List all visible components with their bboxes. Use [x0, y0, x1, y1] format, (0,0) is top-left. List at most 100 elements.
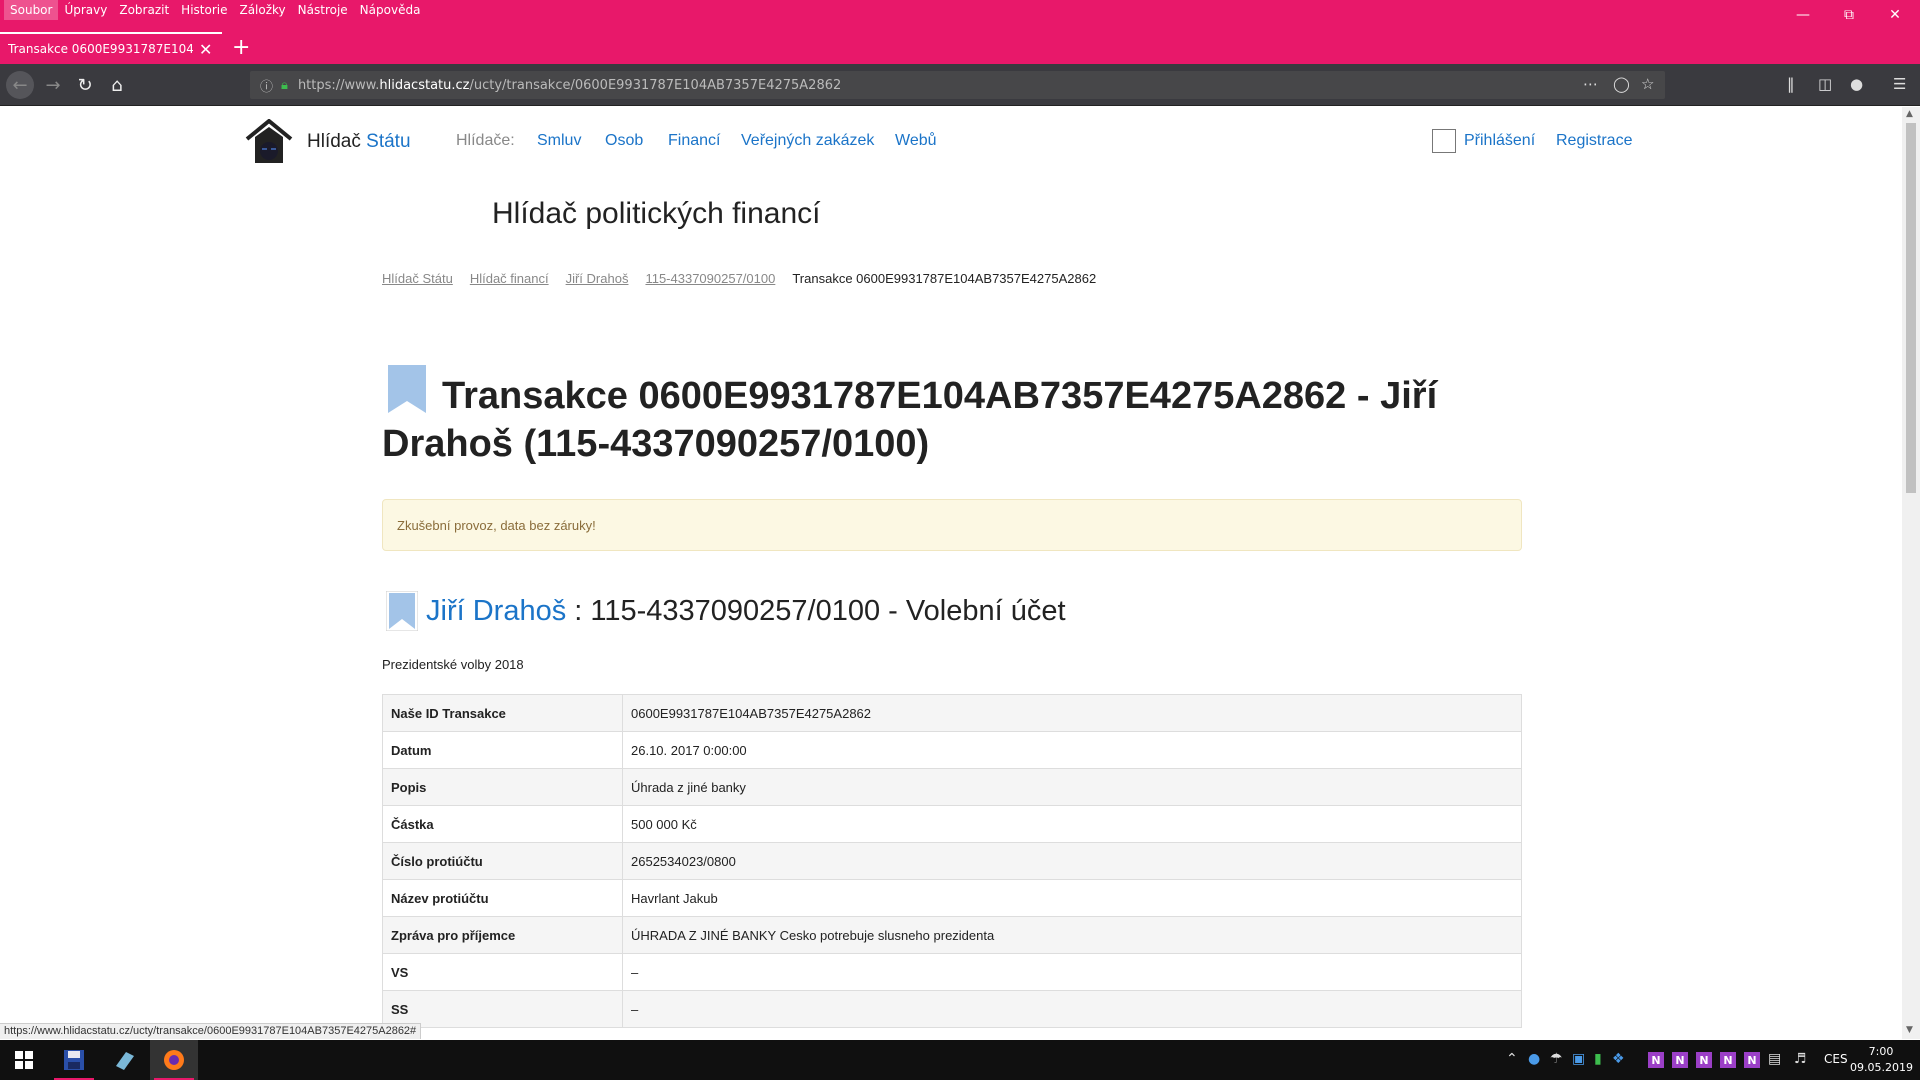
nav-smluv[interactable]: Smluv — [537, 132, 581, 150]
taskbar-app-save[interactable] — [50, 1040, 98, 1080]
account-heading: Jiří Drahoš : 115-4337090257/0100 - Vole… — [426, 595, 1066, 628]
dropbox-icon[interactable]: ❖ — [1612, 1051, 1625, 1067]
row-value: 2652534023/0800 — [622, 842, 1522, 880]
menu-edit[interactable]: Úpravy — [58, 0, 113, 20]
url-text[interactable]: https://www.hlidacstatu.cz/ucty/transakc… — [298, 78, 841, 93]
firefox-icon — [164, 1050, 184, 1070]
start-button[interactable] — [0, 1040, 48, 1080]
row-label: SS — [382, 990, 623, 1028]
brand-second: Státu — [366, 131, 411, 152]
account-icon[interactable]: ● — [1850, 75, 1863, 93]
menu-bookmarks[interactable]: Záložky — [233, 0, 291, 20]
row-label: Číslo protiúčtu — [382, 842, 623, 880]
breadcrumb-hlidac-financi[interactable]: Hlídač financí — [470, 271, 549, 286]
account-subtitle: Prezidentské volby 2018 — [382, 657, 524, 672]
hlidac-logo[interactable] — [245, 119, 293, 167]
tab-close-icon[interactable]: ✕ — [199, 40, 212, 59]
url-path: /ucty/transakce/0600E9931787E104AB7357E4… — [469, 77, 842, 93]
onenote-icon[interactable]: N — [1648, 1052, 1664, 1068]
row-label: Částka — [382, 805, 623, 843]
reload-button[interactable]: ↻ — [72, 72, 98, 98]
restore-button[interactable]: ⧉ — [1826, 0, 1872, 30]
row-value: – — [622, 953, 1522, 991]
new-tab-button[interactable]: + — [232, 34, 250, 62]
account-bookmark-icon[interactable] — [386, 591, 418, 631]
tray-status-icon[interactable]: ▮ — [1594, 1051, 1602, 1067]
trial-alert: Zkušební provoz, data bez záruky! — [382, 499, 1522, 551]
nav-label: Hlídače: — [456, 132, 515, 149]
hamburger-menu-icon[interactable]: ☰ — [1893, 75, 1906, 93]
clock[interactable]: 7:00 09.05.2019 — [1850, 1044, 1913, 1076]
page-scrollbar[interactable]: ▲ ▼ — [1902, 107, 1920, 1039]
page-actions-icon[interactable]: ⋯ — [1583, 75, 1598, 93]
row-label: Název protiúčtu — [382, 879, 623, 917]
nav-verejnych-zakazek[interactable]: Veřejných zakázek — [741, 132, 874, 150]
menu-tools[interactable]: Nástroje — [292, 0, 354, 20]
pocket-icon[interactable]: ◯ — [1613, 75, 1630, 93]
nav-financi[interactable]: Financí — [668, 132, 720, 150]
menu-view[interactable]: Zobrazit — [113, 0, 175, 20]
home-button[interactable]: ⌂ — [104, 72, 130, 98]
onenote-icon[interactable]: N — [1720, 1052, 1736, 1068]
link-status-bar: https://www.hlidacstatu.cz/ucty/transakc… — [0, 1023, 422, 1039]
scroll-thumb[interactable] — [1906, 123, 1916, 493]
tab-title: Transakce 0600E9931787E104AB7357E4275A28… — [8, 42, 193, 56]
info-icon[interactable]: ⓘ — [260, 76, 273, 95]
breadcrumb-person[interactable]: Jiří Drahoš — [566, 271, 629, 286]
row-value: – — [622, 990, 1522, 1028]
breadcrumb: Hlídač Státu Hlídač financí Jiří Drahoš … — [382, 271, 1096, 286]
login-link[interactable]: Přihlášení — [1464, 132, 1535, 150]
back-button[interactable]: ← — [6, 71, 34, 99]
login-icon[interactable] — [1432, 129, 1456, 153]
volume-icon[interactable]: ♬ — [1794, 1051, 1807, 1067]
table-row: Naše ID Transakce 0600E9931787E104AB7357E… — [382, 694, 1522, 732]
sidebar-icon[interactable]: ◫ — [1818, 75, 1832, 93]
tray-expand-icon[interactable]: ⌃ — [1506, 1051, 1518, 1067]
brand-name[interactable]: Hlídač Státu — [307, 131, 411, 153]
scroll-up-icon[interactable]: ▲ — [1906, 109, 1913, 119]
breadcrumb-account[interactable]: 115-4337090257/0100 — [645, 271, 775, 286]
url-bar[interactable]: ⓘ 🔒︎ https://www.hlidacstatu.cz/ucty/tra… — [250, 71, 1665, 99]
table-row: Datum 26.10. 2017 0:00:00 — [382, 731, 1522, 769]
row-value: Havrlant Jakub — [622, 879, 1522, 917]
account-person-link[interactable]: Jiří Drahoš — [426, 595, 566, 627]
row-value: ÚHRADA Z JINÉ BANKY Cesko potrebuje slus… — [622, 916, 1522, 954]
menu-help[interactable]: Nápověda — [354, 0, 427, 20]
menu-bar: Soubor Úpravy Zobrazit Historie Záložky … — [0, 0, 426, 20]
brand-first: Hlídač — [307, 131, 361, 152]
tray-app-icon[interactable]: ● — [1528, 1051, 1540, 1067]
table-row: Částka 500 000 Kč — [382, 805, 1522, 843]
lock-icon[interactable]: 🔒︎ — [281, 78, 288, 93]
nav-osob[interactable]: Osob — [605, 132, 643, 150]
onenote-icon[interactable]: N — [1744, 1052, 1760, 1068]
close-window-button[interactable]: ✕ — [1872, 0, 1918, 30]
clock-date: 09.05.2019 — [1850, 1061, 1913, 1074]
taskbar-app-notepad[interactable] — [100, 1040, 148, 1080]
register-link[interactable]: Registrace — [1556, 132, 1632, 150]
onenote-icon[interactable]: N — [1696, 1052, 1712, 1068]
minimize-button[interactable]: — — [1780, 0, 1826, 30]
language-indicator[interactable]: CES — [1824, 1052, 1848, 1066]
notepad-icon — [116, 1052, 134, 1070]
forward-button[interactable]: → — [40, 72, 66, 98]
network-icon[interactable]: ▤ — [1768, 1051, 1781, 1067]
transaction-detail-table: Naše ID Transakce 0600E9931787E104AB7357E… — [382, 694, 1522, 1028]
tab-active[interactable]: Transakce 0600E9931787E104AB7357E4275A28… — [0, 32, 222, 64]
nav-webu[interactable]: Webů — [895, 132, 937, 150]
breadcrumb-hlidac-statu[interactable]: Hlídač Státu — [382, 271, 453, 286]
row-label: Zpráva pro příjemce — [382, 916, 623, 954]
url-prefix: https://www. — [297, 77, 380, 93]
breadcrumb-current: Transakce 0600E9931787E104AB7357E4275A28… — [792, 271, 1097, 286]
tray-network-icon[interactable]: ☂ — [1550, 1051, 1563, 1067]
scroll-down-icon[interactable]: ▼ — [1906, 1025, 1913, 1035]
library-icon[interactable]: ‖ — [1787, 75, 1795, 93]
onenote-icon[interactable]: N — [1672, 1052, 1688, 1068]
row-label: Naše ID Transakce — [382, 694, 623, 732]
bookmark-star-icon[interactable]: ☆ — [1641, 75, 1654, 93]
table-row: Název protiúčtu Havrlant Jakub — [382, 879, 1522, 917]
menu-history[interactable]: Historie — [175, 0, 233, 20]
menu-file[interactable]: Soubor — [4, 0, 59, 20]
table-row: SS – — [382, 990, 1522, 1028]
tray-app2-icon[interactable]: ▣ — [1572, 1051, 1585, 1067]
taskbar-app-firefox[interactable] — [150, 1040, 198, 1080]
